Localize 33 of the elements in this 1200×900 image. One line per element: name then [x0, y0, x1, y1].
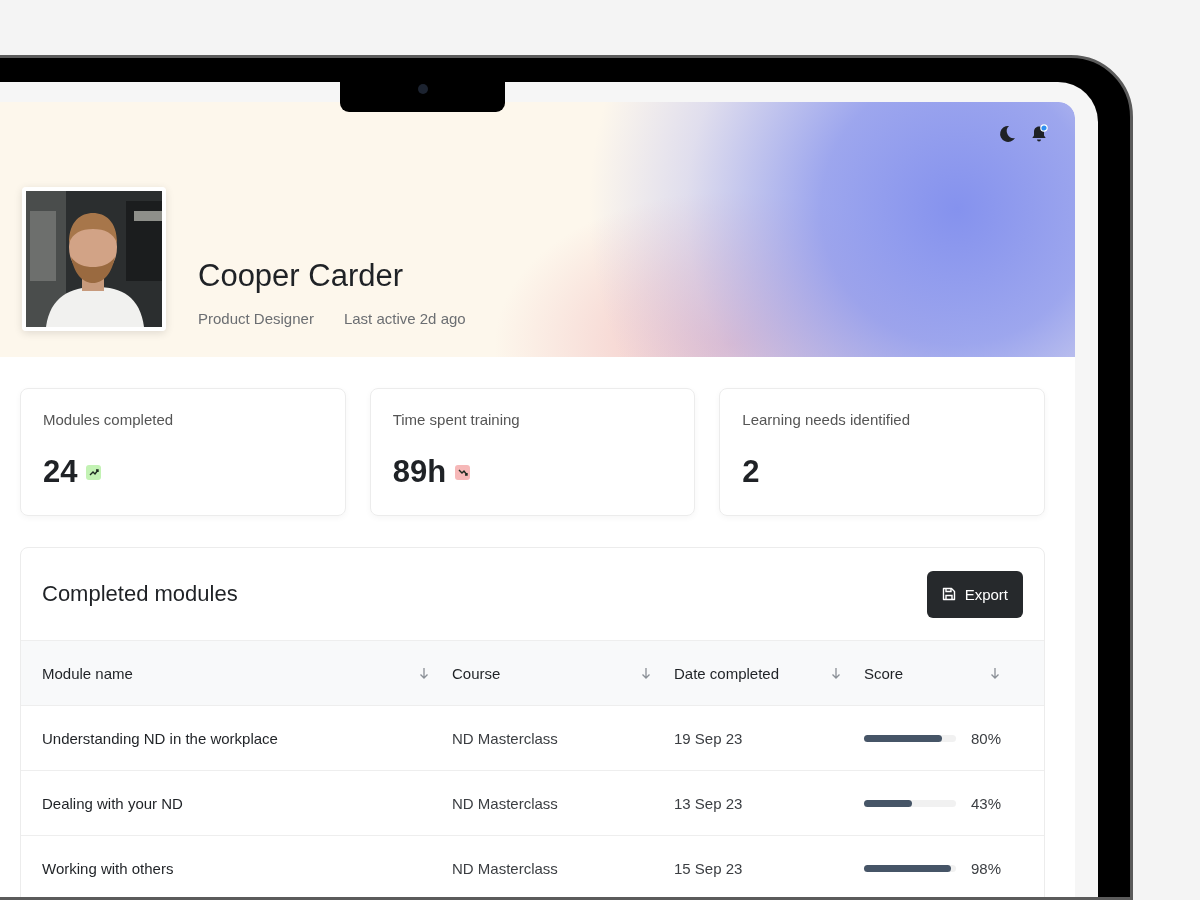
- table-cell-text: Working with others: [41, 859, 175, 877]
- save-icon: [940, 586, 957, 602]
- column-header[interactable]: Module name: [42, 664, 133, 682]
- sort-arrow-icon[interactable]: [831, 667, 841, 679]
- table-cell-text: ND Masterclass: [451, 859, 559, 877]
- score-percent: 80%: [971, 729, 1002, 747]
- table-cell-text: 13 Sep 23: [673, 794, 744, 812]
- stat-label: Time spent training: [392, 411, 521, 428]
- table-cell-text: 19 Sep 23: [673, 729, 744, 747]
- score-percent: 98%: [971, 859, 1002, 877]
- job-title: Product Designer: [198, 310, 314, 327]
- profile-name: Cooper Carder: [198, 258, 405, 294]
- column-header[interactable]: Score: [864, 664, 904, 682]
- last-active-text: Last active 2d ago: [343, 310, 466, 327]
- sort-arrow-icon[interactable]: [641, 667, 651, 679]
- stat-value: 24: [43, 454, 78, 490]
- column-header[interactable]: Course: [452, 664, 501, 682]
- column-header[interactable]: Date completed: [674, 664, 780, 682]
- sort-arrow-icon[interactable]: [419, 667, 429, 679]
- stat-value: 2: [742, 454, 760, 490]
- score-percent: 43%: [971, 794, 1002, 812]
- moon-icon[interactable]: [997, 124, 1017, 144]
- stat-label: Modules completed: [43, 411, 175, 428]
- table-cell-text: ND Masterclass: [451, 729, 559, 747]
- table-cell-text: Understanding ND in the workplace: [41, 729, 279, 747]
- export-button[interactable]: Export: [926, 570, 1023, 618]
- stat-value: 89h: [392, 454, 447, 490]
- sort-arrow-icon[interactable]: [990, 667, 1000, 679]
- table-title: Completed modules: [42, 581, 238, 607]
- stat-label: Learning needs identified: [742, 411, 911, 428]
- table-cell-text: 15 Sep 23: [673, 859, 744, 877]
- table-cell-text: ND Masterclass: [451, 794, 559, 812]
- table-cell-text: Dealing with your ND: [41, 794, 184, 812]
